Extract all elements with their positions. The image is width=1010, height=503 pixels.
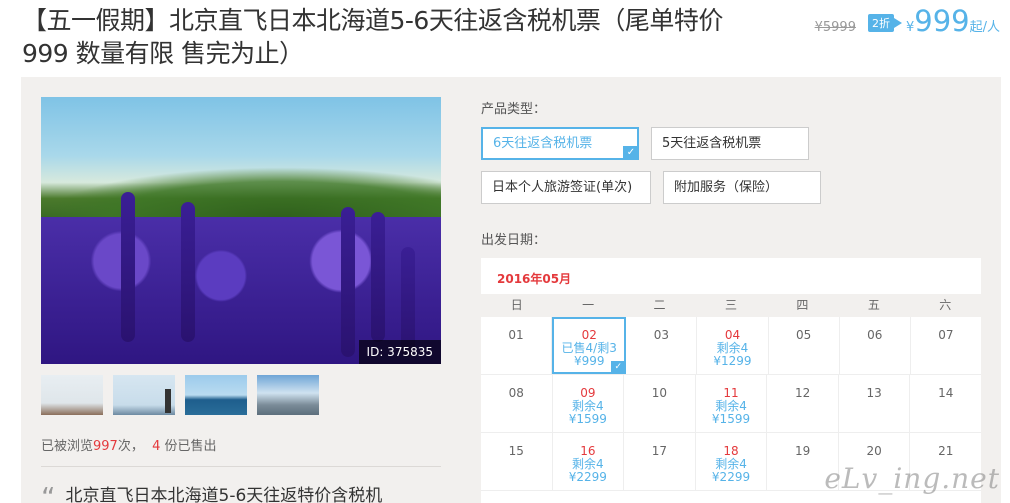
day-number: 14 xyxy=(938,386,954,400)
day-price: ¥1599 xyxy=(711,412,751,426)
sold-count: 4 xyxy=(152,439,161,454)
calendar-day: 01 xyxy=(481,317,553,374)
image-id-tag: ID: 375835 xyxy=(358,340,441,364)
calendar-day-available[interactable]: 16 剩余4 ¥2299 xyxy=(553,433,625,490)
calendar-month: 2016年05月 xyxy=(497,272,572,286)
calendar-day-available[interactable]: 02 已售4/剩3 ¥999 xyxy=(552,317,627,374)
calendar-day-available[interactable]: 11 剩余4 ¥1599 xyxy=(696,375,768,432)
stats-mid: 次， xyxy=(117,439,144,454)
original-price: ¥5999 xyxy=(814,20,856,35)
calendar-day-available[interactable]: 04 剩余4 ¥1299 xyxy=(697,317,769,374)
day-number: 20 xyxy=(866,444,882,458)
day-number: 21 xyxy=(938,444,954,458)
day-number: 03 xyxy=(653,328,669,342)
weekday-thu: 四 xyxy=(796,298,809,312)
day-number: 17 xyxy=(651,444,668,458)
quote-mark-icon: “ xyxy=(41,481,56,503)
calendar-day: 14 xyxy=(910,375,981,432)
day-price: ¥2299 xyxy=(711,470,751,484)
day-number: 10 xyxy=(651,386,668,400)
stats-suffix: 份已售出 xyxy=(164,439,217,454)
view-count: 997 xyxy=(93,439,118,454)
option-insurance[interactable]: 附加服务（保险） xyxy=(663,171,821,204)
calendar-day: 15 xyxy=(481,433,553,490)
description-text: 北京直飞日本北海道5-6天往返特价含税机 xyxy=(65,486,383,503)
calendar-day: 12 xyxy=(767,375,839,432)
calendar-day-available[interactable]: 09 剩余4 ¥1599 xyxy=(553,375,625,432)
discount-badge: 2折 xyxy=(867,14,902,32)
calendar-day: 10 xyxy=(624,375,696,432)
product-title: 【五一假期】北京直飞日本北海道5-6天往返含税机票（尾单特价999 数量有限 售… xyxy=(22,6,723,68)
weekday-tue: 二 xyxy=(653,298,666,312)
day-number: 01 xyxy=(508,328,524,342)
weekday-sun: 日 xyxy=(510,298,523,312)
calendar-day: 03 xyxy=(626,317,698,374)
calendar-day: 13 xyxy=(839,375,911,432)
day-number: 06 xyxy=(867,328,883,342)
weekday-sat: 六 xyxy=(939,298,952,312)
day-price: ¥1599 xyxy=(568,412,607,426)
option-visa[interactable]: 日本个人旅游签证(单次) xyxy=(481,171,651,204)
weekday-mon: 一 xyxy=(582,298,595,312)
price-unit: 起/人 xyxy=(969,20,1000,35)
current-price: 999 xyxy=(914,4,970,38)
currency-symbol: ¥ xyxy=(905,20,915,35)
calendar-day-available[interactable]: 18 剩余4 ¥2299 xyxy=(696,433,768,490)
view-sold-stats: 已被浏览997次， 4 份已售出 xyxy=(41,435,217,454)
photo-stalk xyxy=(181,202,195,342)
divider xyxy=(41,466,441,467)
product-panel: ID: 375835 已被浏览997次， 4 份已售出 “ 北京直飞日本北海道5-… xyxy=(21,77,1001,503)
day-number: 19 xyxy=(794,444,811,458)
calendar-day: 07 xyxy=(911,317,981,374)
weekday-wed: 三 xyxy=(724,298,737,312)
option-6day-ticket[interactable]: 6天往返含税机票 xyxy=(481,127,639,160)
calendar-weekday-header: 日 一 二 三 四 五 六 xyxy=(481,294,981,317)
watermark: eLv_ing.net xyxy=(824,462,1000,495)
day-number: 07 xyxy=(938,328,954,342)
price-box: ¥5999 2折 ¥ 999 起/人 xyxy=(815,4,1000,40)
photo-hills xyxy=(41,167,441,217)
thumbnail-2[interactable] xyxy=(113,375,175,415)
day-price: ¥999 xyxy=(573,354,605,368)
calendar-day: 05 xyxy=(769,317,840,374)
thumbnail-strip xyxy=(41,375,319,415)
calendar-week-row: 08 09 剩余4 ¥1599 10 11 剩余4 ¥1599 12 13 14 xyxy=(481,375,981,433)
main-photo[interactable]: ID: 375835 xyxy=(41,97,441,364)
calendar-day: 17 xyxy=(624,433,696,490)
calendar-week-row: 01 02已售4/剩3¥999 03 04剩余4¥1299 05 06 07 xyxy=(481,317,981,375)
photo-stalk xyxy=(121,192,135,342)
day-number: 05 xyxy=(795,328,812,342)
thumbnail-3[interactable] xyxy=(185,375,247,415)
day-number: 13 xyxy=(866,386,882,400)
photo-stalk xyxy=(341,207,355,357)
day-price: ¥2299 xyxy=(568,470,607,484)
calendar-day: 06 xyxy=(840,317,911,374)
description-quote: “ 北京直飞日本北海道5-6天往返特价含税机 xyxy=(41,481,441,503)
stats-prefix: 已被浏览 xyxy=(41,439,94,454)
day-number: 12 xyxy=(794,386,811,400)
day-price: ¥1299 xyxy=(713,354,752,368)
day-number: 15 xyxy=(508,444,524,458)
calendar-day: 08 xyxy=(481,375,553,432)
thumbnail-4[interactable] xyxy=(257,375,319,415)
product-type-label: 产品类型： xyxy=(481,102,547,117)
weekday-fri: 五 xyxy=(867,298,880,312)
option-5day-ticket[interactable]: 5天往返含税机票 xyxy=(651,127,809,160)
thumbnail-1[interactable] xyxy=(41,375,103,415)
day-number: 08 xyxy=(508,386,524,400)
departure-date-label: 出发日期： xyxy=(481,233,547,248)
photo-stalk xyxy=(371,212,385,342)
